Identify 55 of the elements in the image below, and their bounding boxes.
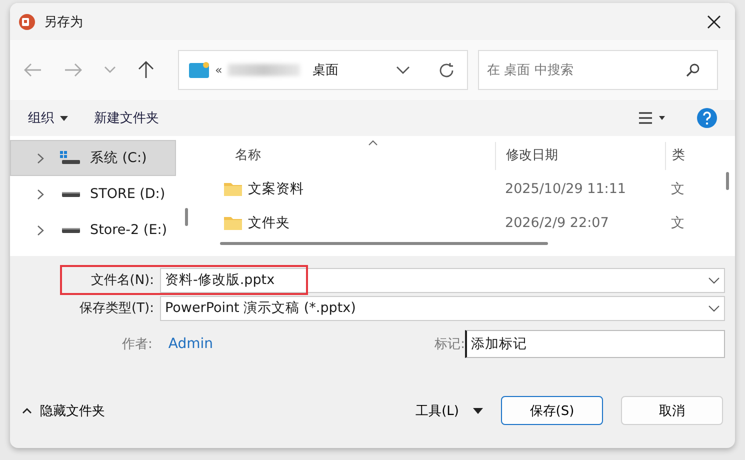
- field-label: 保存类型(T):: [78, 300, 155, 317]
- sidebar-item[interactable]: 系统 (C:): [10, 140, 176, 176]
- folder-icon: [224, 182, 242, 196]
- cancel-button[interactable]: 取消: [621, 396, 723, 425]
- close-icon[interactable]: [707, 14, 721, 28]
- chevron-down-icon[interactable]: [396, 66, 410, 74]
- file-name[interactable]: 文案资料: [248, 180, 304, 198]
- chevron-right-icon[interactable]: [37, 224, 44, 236]
- scrollbar-thumb[interactable]: [220, 242, 548, 245]
- search-icon: [686, 63, 700, 77]
- column-header[interactable]: 类: [665, 142, 712, 170]
- location-label[interactable]: 桌面: [312, 61, 338, 79]
- system-drive-icon: [60, 151, 80, 165]
- file-type-dropdown[interactable]: PowerPoint 演示文稿 (*.pptx): [160, 296, 725, 320]
- sidebar-item[interactable]: Store-2 (E:): [10, 212, 176, 248]
- column-header[interactable]: 名称: [200, 142, 495, 170]
- chevron-right-icon[interactable]: [37, 152, 44, 164]
- address-bar[interactable]: « 桌面: [178, 50, 468, 90]
- save-button[interactable]: 保存(S): [501, 396, 603, 425]
- organize-menu[interactable]: 组织: [24, 109, 72, 127]
- author-value[interactable]: Admin: [168, 336, 214, 352]
- author-label: 作者:: [121, 336, 152, 353]
- table-cell-text: 文: [670, 180, 686, 198]
- caret-icon: [60, 116, 68, 121]
- help-icon[interactable]: [697, 108, 717, 128]
- chevron-up-icon: [22, 408, 32, 414]
- refresh-icon[interactable]: [438, 62, 455, 78]
- chevron-right-icon[interactable]: [37, 188, 44, 200]
- field-label: 文件名(N):: [90, 272, 155, 289]
- window-title: 另存为: [44, 14, 83, 30]
- modified-date: 2026/2/9 22:07: [504, 215, 610, 231]
- tags-label: 标记:: [434, 336, 465, 353]
- file-name[interactable]: 文件夹: [248, 214, 290, 232]
- chevron-down-icon[interactable]: [708, 276, 720, 284]
- caret-icon: [473, 408, 483, 414]
- app-icon: [18, 12, 36, 30]
- view-list-icon[interactable]: [639, 112, 665, 124]
- hide-folders-button[interactable]: 隐藏文件夹: [22, 402, 105, 420]
- search-field[interactable]: 在 桌面 中搜索: [478, 50, 718, 90]
- new-folder-button[interactable]: 新建文件夹: [90, 109, 163, 127]
- file-name-field[interactable]: 资料-修改版.pptx: [160, 268, 725, 292]
- breadcrumb-separator: «: [215, 63, 222, 77]
- scrollbar-thumb[interactable]: [726, 172, 729, 190]
- tools-menu[interactable]: 工具(L): [416, 402, 483, 420]
- scrollbar-thumb[interactable]: [185, 208, 188, 226]
- folder-icon: [224, 216, 242, 230]
- sidebar-item[interactable]: STORE (D:): [10, 176, 176, 212]
- column-header[interactable]: 修改日期: [495, 142, 665, 170]
- chevron-down-icon[interactable]: [708, 304, 720, 312]
- tags-field[interactable]: 添加标记: [465, 330, 725, 358]
- table-cell-text: 文: [670, 214, 686, 232]
- desktop-icon: [189, 62, 209, 78]
- up-arrow-icon[interactable]: [138, 61, 154, 79]
- sort-caret-icon[interactable]: [368, 140, 378, 146]
- modified-date: 2025/10/29 11:11: [504, 181, 628, 197]
